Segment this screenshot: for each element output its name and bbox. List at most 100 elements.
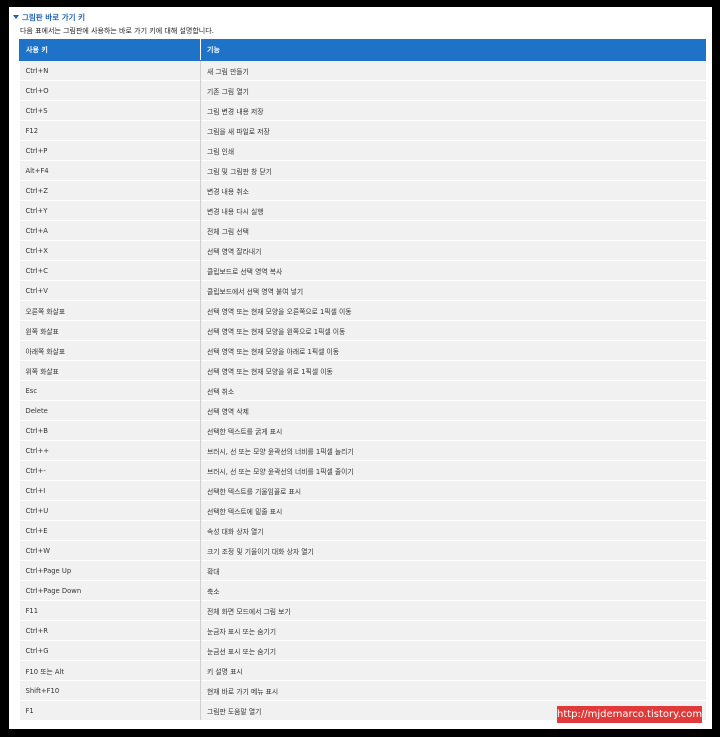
shortcut-function-cell: 키 설명 표시 (200, 660, 706, 681)
shortcut-key-cell: Ctrl+Page Up (19, 560, 201, 581)
shortcut-key-cell: 왼쪽 화살표 (19, 320, 201, 341)
intro-text: 다음 표에서는 그림판에 사용하는 바로 가기 키에 대해 설명합니다. (20, 27, 214, 35)
shortcut-function-cell: 전체 그림 선택 (200, 220, 706, 241)
shortcut-function-cell: 선택 영역 또는 현재 모양을 위로 1픽셀 이동 (200, 360, 706, 381)
shortcut-function-cell: 선택한 텍스트에 밑줄 표시 (200, 500, 706, 521)
table-row: Ctrl+Z 변경 내용 취소 (19, 180, 706, 201)
shortcut-key-cell: Ctrl+O (19, 80, 201, 101)
shortcut-function-cell: 선택 영역 또는 현재 모양을 왼쪽으로 1픽셀 이동 (200, 320, 706, 341)
shortcut-key-cell: Ctrl+Y (19, 200, 201, 221)
shortcut-key-cell: Ctrl+B (19, 420, 201, 441)
content-frame: 그림판 바로 가기 키 다음 표에서는 그림판에 사용하는 바로 가기 키에 대… (9, 7, 712, 729)
section-toggle[interactable]: 그림판 바로 가기 키 (13, 11, 85, 23)
shortcut-function-cell: 눈금자 표시 또는 숨기기 (200, 620, 706, 641)
shortcut-key-cell: F1 (19, 700, 201, 720)
table-row: 오른쪽 화살표 선택 영역 또는 현재 모양을 오른쪽으로 1픽셀 이동 (19, 300, 706, 321)
shortcut-function-cell: 그림 변경 내용 저장 (200, 100, 706, 121)
column-header-function: 기능 (200, 39, 706, 61)
table-row: Ctrl+C 클립보드로 선택 영역 복사 (19, 260, 706, 281)
table-row: Ctrl+I 선택한 텍스트를 기울임꼴로 표시 (19, 480, 706, 501)
shortcut-key-cell: Ctrl+R (19, 620, 201, 641)
shortcut-key-cell: 오른쪽 화살표 (19, 300, 201, 321)
shortcut-function-cell: 선택 영역 삭제 (200, 400, 706, 421)
table-row: Ctrl+Page Down 축소 (19, 580, 706, 601)
shortcut-function-cell: 변경 내용 취소 (200, 180, 706, 201)
shortcut-key-cell: Delete (19, 400, 201, 421)
shortcut-key-cell: Esc (19, 380, 201, 401)
shortcut-function-cell: 클립보드로 선택 영역 복사 (200, 260, 706, 281)
shortcut-function-cell: 현재 바로 가기 메뉴 표시 (200, 680, 706, 701)
table-row: Ctrl+V 클립보드에서 선택 영역 붙여 넣기 (19, 280, 706, 301)
shortcut-function-cell: 크기 조정 및 기울이기 대화 상자 열기 (200, 540, 706, 561)
shortcut-function-cell: 선택 영역 잘라내기 (200, 240, 706, 261)
shortcut-key-cell: F12 (19, 120, 201, 141)
shortcut-key-cell: Ctrl+E (19, 520, 201, 541)
shortcut-function-cell: 눈금선 표시 또는 숨기기 (200, 640, 706, 661)
shortcut-function-cell: 브러시, 선 또는 모양 윤곽선의 너비를 1픽셀 늘리기 (200, 440, 706, 461)
table-row: Ctrl+O 기존 그림 열기 (19, 80, 706, 101)
expand-triangle-icon (13, 15, 19, 19)
table-row: Ctrl+X 선택 영역 잘라내기 (19, 240, 706, 261)
table-row: 아래쪽 화살표 선택 영역 또는 현재 모양을 아래로 1픽셀 이동 (19, 340, 706, 361)
shortcut-key-cell: Alt+F4 (19, 160, 201, 181)
shortcut-function-cell: 선택 영역 또는 현재 모양을 오른쪽으로 1픽셀 이동 (200, 300, 706, 321)
shortcut-function-cell: 그림 인쇄 (200, 140, 706, 161)
shortcut-function-cell: 선택 영역 또는 현재 모양을 아래로 1픽셀 이동 (200, 340, 706, 361)
shortcut-function-cell: 그림 및 그림판 창 닫기 (200, 160, 706, 181)
section-title: 그림판 바로 가기 키 (22, 12, 86, 22)
table-row: Ctrl+Page Up 확대 (19, 560, 706, 581)
shortcut-key-cell: Ctrl+U (19, 500, 201, 521)
shortcut-table: 사용 키 기능 Ctrl+N 새 그림 만들기 Ctrl+O 기존 그림 열기 Ctrl… (19, 39, 706, 720)
shortcut-key-cell: Ctrl+Z (19, 180, 201, 201)
shortcut-key-cell: 아래쪽 화살표 (19, 340, 201, 361)
table-row: F10 또는 Alt 키 설명 표시 (19, 660, 706, 681)
table-row: Alt+F4 그림 및 그림판 창 닫기 (19, 160, 706, 181)
shortcut-function-cell: 새 그림 만들기 (200, 60, 706, 81)
column-header-key: 사용 키 (19, 39, 201, 61)
table-header-row: 사용 키 기능 (19, 39, 706, 61)
shortcut-function-cell: 전체 화면 모드에서 그림 보기 (200, 600, 706, 621)
shortcut-function-cell: 기존 그림 열기 (200, 80, 706, 101)
shortcut-function-cell: 클립보드에서 선택 영역 붙여 넣기 (200, 280, 706, 301)
table-row: Ctrl+S 그림 변경 내용 저장 (19, 100, 706, 121)
table-row: Ctrl+N 새 그림 만들기 (19, 60, 706, 81)
table-row: F11 전체 화면 모드에서 그림 보기 (19, 600, 706, 621)
shortcut-key-cell: Ctrl+P (19, 140, 201, 161)
shortcut-key-cell: Ctrl+W (19, 540, 201, 561)
table-row: Ctrl+R 눈금자 표시 또는 숨기기 (19, 620, 706, 641)
table-row: Ctrl+P 그림 인쇄 (19, 140, 706, 161)
table-row: Ctrl++ 브러시, 선 또는 모양 윤곽선의 너비를 1픽셀 늘리기 (19, 440, 706, 461)
shortcut-key-cell: Ctrl+I (19, 480, 201, 501)
shortcut-function-cell: 그림을 새 파일로 저장 (200, 120, 706, 141)
table-row: Ctrl+E 속성 대화 상자 열기 (19, 520, 706, 541)
shortcut-function-cell: 선택 취소 (200, 380, 706, 401)
shortcut-function-cell: 확대 (200, 560, 706, 581)
shortcut-key-cell: Ctrl+A (19, 220, 201, 241)
table-row: Esc 선택 취소 (19, 380, 706, 401)
shortcut-key-cell: Ctrl+Page Down (19, 580, 201, 601)
shortcut-function-cell: 변경 내용 다시 실행 (200, 200, 706, 221)
shortcut-function-cell: 브러시, 선 또는 모양 윤곽선의 너비를 1픽셀 줄이기 (200, 460, 706, 481)
table-row: Delete 선택 영역 삭제 (19, 400, 706, 421)
table-row: 위쪽 화살표 선택 영역 또는 현재 모양을 위로 1픽셀 이동 (19, 360, 706, 381)
shortcut-function-cell: 속성 대화 상자 열기 (200, 520, 706, 541)
table-row: 왼쪽 화살표 선택 영역 또는 현재 모양을 왼쪽으로 1픽셀 이동 (19, 320, 706, 341)
shortcut-key-cell: Ctrl+X (19, 240, 201, 261)
shortcut-function-cell: 축소 (200, 580, 706, 601)
table-row: Ctrl+- 브러시, 선 또는 모양 윤곽선의 너비를 1픽셀 줄이기 (19, 460, 706, 481)
shortcut-function-cell: 선택한 텍스트를 기울임꼴로 표시 (200, 480, 706, 501)
table-row: Shift+F10 현재 바로 가기 메뉴 표시 (19, 680, 706, 701)
shortcut-key-cell: Ctrl+- (19, 460, 201, 481)
table-row: Ctrl+B 선택한 텍스트를 굵게 표시 (19, 420, 706, 441)
shortcut-key-cell: Ctrl+G (19, 640, 201, 661)
shortcut-key-cell: 위쪽 화살표 (19, 360, 201, 381)
shortcut-function-cell: 선택한 텍스트를 굵게 표시 (200, 420, 706, 441)
shortcut-key-cell: Ctrl+S (19, 100, 201, 121)
table-row: Ctrl+A 전체 그림 선택 (19, 220, 706, 241)
shortcut-key-cell: F11 (19, 600, 201, 621)
shortcut-key-cell: Shift+F10 (19, 680, 201, 701)
table-row: Ctrl+G 눈금선 표시 또는 숨기기 (19, 640, 706, 661)
table-row: Ctrl+W 크기 조정 및 기울이기 대화 상자 열기 (19, 540, 706, 561)
shortcut-key-cell: Ctrl+V (19, 280, 201, 301)
shortcut-key-cell: Ctrl++ (19, 440, 201, 461)
